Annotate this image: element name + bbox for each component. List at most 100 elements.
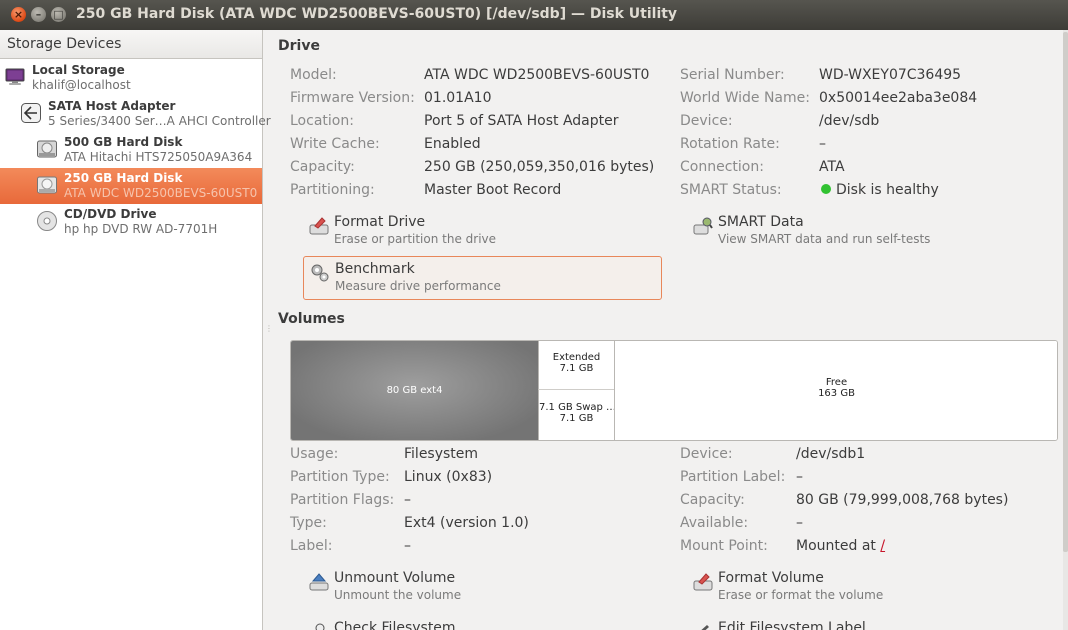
format-volume-button[interactable]: Format Volume Erase or format the volume [687, 566, 1044, 608]
volume-device-value: /dev/sdb1 [796, 446, 866, 462]
smart-data-button[interactable]: SMART Data View SMART data and run self-… [687, 210, 1044, 252]
drive-connection-value: ATA [819, 159, 845, 175]
smart-data-subtitle: View SMART data and run self-tests [718, 232, 931, 246]
drive-connection-label: Connection: [680, 159, 764, 175]
benchmark-button[interactable]: Benchmark Measure drive performance [303, 256, 662, 300]
drive-partitioning-value: Master Boot Record [424, 182, 562, 198]
drive-wwn-value: 0x50014ee2aba3e084 [819, 90, 978, 106]
volume-sdb1-segment[interactable]: 80 GB ext4 [291, 341, 538, 440]
volume-free-segment[interactable]: Free 163 GB [614, 341, 1057, 440]
sidebar-item-title: 250 GB Hard Disk [64, 171, 183, 185]
volume-type-label: Type: [290, 515, 327, 531]
mount-point-link[interactable]: / [880, 538, 885, 554]
sidebar-item-subtitle: ATA Hitachi HTS725050A9A364 [64, 150, 253, 164]
drive-rotation-rate-label: Rotation Rate: [680, 136, 780, 152]
hard-disk-icon [37, 140, 57, 158]
smart-status-text: Disk is healthy [836, 182, 939, 198]
drive-rotation-rate-value: – [819, 136, 826, 152]
drive-firmware-label: Firmware Version: [290, 90, 415, 106]
sidebar-item-500gb-hard-disk[interactable]: 500 GB Hard Disk ATA Hitachi HTS725050A9… [0, 132, 262, 168]
volume-capacity-label: Capacity: [680, 492, 745, 508]
sidebar-item-subtitle: ATA WDC WD2500BEVS-60UST0 [64, 186, 258, 200]
benchmark-title: Benchmark [335, 261, 415, 277]
check-filesystem-title: Check Filesystem [334, 620, 456, 630]
status-ok-icon [821, 184, 831, 194]
unmount-volume-button[interactable]: Unmount Volume Unmount the volume [303, 566, 660, 608]
pane-resize-handle[interactable]: ⋮ [265, 324, 273, 333]
volume-label: Extended [552, 352, 601, 363]
drive-firmware-value: 01.01A10 [424, 90, 492, 106]
edit-label-icon [701, 625, 709, 630]
volume-usage-value: Filesystem [404, 446, 479, 462]
drive-model-value: ATA WDC WD2500BEVS-60UST0 [424, 67, 650, 83]
drive-partitioning-label: Partitioning: [290, 182, 375, 198]
hard-disk-icon [37, 176, 57, 194]
close-window-button[interactable]: × [11, 7, 26, 22]
edit-filesystem-label-button[interactable]: Edit Filesystem Label [687, 616, 1044, 630]
volume-mount-point-value: Mounted at / [796, 538, 885, 554]
volume-size: 7.1 GB [559, 413, 594, 424]
volume-label: 80 GB ext4 [386, 385, 443, 396]
drive-model-label: Model: [290, 67, 337, 83]
volumes-section-title: Volumes [278, 311, 345, 327]
drive-write-cache-label: Write Cache: [290, 136, 380, 152]
unmount-volume-subtitle: Unmount the volume [334, 588, 462, 602]
unmount-volume-title: Unmount Volume [334, 570, 456, 586]
format-drive-title: Format Drive [334, 214, 426, 230]
drive-location-value: Port 5 of SATA Host Adapter [424, 113, 619, 129]
sidebar-item-250gb-hard-disk[interactable]: 250 GB Hard Disk ATA WDC WD2500BEVS-60US… [0, 168, 262, 204]
drive-smart-status-label: SMART Status: [680, 182, 782, 198]
drive-serial-label: Serial Number: [680, 67, 785, 83]
volume-label: Free [825, 377, 848, 388]
sidebar-item-title: CD/DVD Drive [64, 207, 157, 221]
drive-device-label: Device: [680, 113, 733, 129]
drive-write-cache-value: Enabled [424, 136, 481, 152]
minimize-window-button[interactable]: – [31, 7, 46, 22]
details-panel: Drive Model: ATA WDC WD2500BEVS-60UST0 F… [263, 30, 1063, 630]
sidebar-item-title: SATA Host Adapter [48, 99, 176, 113]
unmount-volume-icon [309, 573, 329, 591]
mounted-at-text: Mounted at [796, 538, 881, 554]
details-scrollbar[interactable] [1063, 30, 1068, 630]
volume-label: 7.1 GB Swap … [539, 402, 617, 413]
volume-partition-flags-label: Partition Flags: [290, 492, 395, 508]
format-drive-icon [309, 217, 329, 235]
volume-partition-label-label: Partition Label: [680, 469, 786, 485]
benchmark-subtitle: Measure drive performance [335, 279, 501, 293]
volume-mount-point-label: Mount Point: [680, 538, 768, 554]
benchmark-icon [311, 264, 329, 282]
volume-capacity-value: 80 GB (79,999,008,768 bytes) [796, 492, 1009, 508]
volume-partition-type-label: Partition Type: [290, 469, 390, 485]
smart-data-icon [693, 217, 713, 235]
volume-available-label: Available: [680, 515, 749, 531]
maximize-window-button[interactable]: □ [51, 7, 66, 22]
drive-device-value: /dev/sdb [819, 113, 880, 129]
format-drive-subtitle: Erase or partition the drive [334, 232, 497, 246]
drive-capacity-value: 250 GB (250,059,350,016 bytes) [424, 159, 655, 175]
volume-device-label: Device: [680, 446, 733, 462]
volume-size: 7.1 GB [559, 363, 594, 374]
sidebar-item-cd-dvd-drive[interactable]: CD/DVD Drive hp hp DVD RW AD-7701H [0, 204, 262, 240]
volume-label-value: – [404, 538, 411, 554]
volume-size: 163 GB [818, 388, 855, 399]
scrollbar-thumb[interactable] [1063, 32, 1068, 552]
volumes-partition-bar: 80 GB ext4 Extended 7.1 GB 7.1 GB Swap …… [290, 340, 1058, 441]
volume-extended-segment[interactable]: Extended 7.1 GB [538, 341, 614, 390]
format-volume-subtitle: Erase or format the volume [718, 588, 884, 602]
host-adapter-icon [21, 103, 41, 123]
sidebar-item-local-storage[interactable]: Local Storage khalif@localhost [0, 60, 262, 96]
sidebar-item-title: 500 GB Hard Disk [64, 135, 183, 149]
format-drive-button[interactable]: Format Drive Erase or partition the driv… [303, 210, 660, 252]
volume-label-label: Label: [290, 538, 333, 554]
format-volume-title: Format Volume [718, 570, 824, 586]
sidebar-item-sata-host-adapter[interactable]: SATA Host Adapter 5 Series/3400 Ser…A AH… [0, 96, 271, 132]
drive-section-title: Drive [278, 38, 320, 54]
volume-available-value: – [796, 515, 803, 531]
volume-swap-segment[interactable]: 7.1 GB Swap … 7.1 GB [538, 390, 617, 440]
volume-partition-flags-value: – [404, 492, 411, 508]
optical-drive-icon [37, 211, 57, 231]
title-bar: × – □ 250 GB Hard Disk (ATA WDC WD2500BE… [0, 0, 1068, 30]
drive-location-label: Location: [290, 113, 354, 129]
check-filesystem-button[interactable]: Check Filesystem [303, 616, 660, 630]
sidebar-item-subtitle: hp hp DVD RW AD-7701H [64, 222, 218, 236]
